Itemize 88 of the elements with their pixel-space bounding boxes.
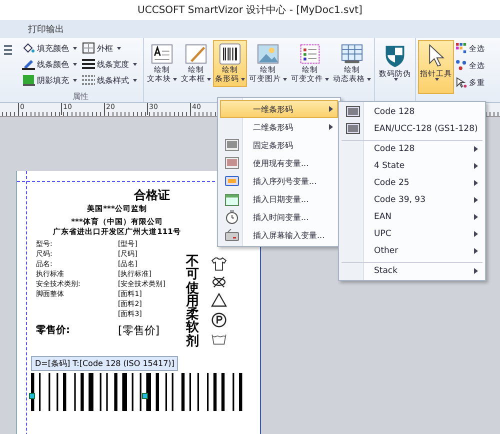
caret-icon xyxy=(133,78,137,82)
menu-item[interactable]: 一维条形码 xyxy=(220,100,338,118)
text-box-icon xyxy=(184,43,208,65)
border-grid-icon xyxy=(82,42,95,54)
format-tool-button[interactable]: 外框 xyxy=(81,41,141,55)
submenu-arrow-icon xyxy=(474,214,478,220)
barcode-caption: D=[条码] T:[Code 128 (ISO 15417)] xyxy=(31,356,178,371)
submenu-item[interactable]: EAN/UCC-128 (GS1-128) xyxy=(341,120,483,137)
menu-item[interactable]: 插入屏幕输入变量... xyxy=(220,226,338,244)
menu-item[interactable]: 插入时间变量... xyxy=(220,208,338,226)
caret-icon xyxy=(283,78,287,81)
caret-icon xyxy=(394,78,398,82)
caret-icon xyxy=(173,78,177,81)
submenu-item[interactable]: EAN xyxy=(341,208,483,225)
format-tool-button[interactable]: 线条颜色 xyxy=(21,57,81,71)
menu-item[interactable]: 插入序列号变量... xyxy=(220,172,338,190)
menu-item[interactable]: 使用现有变量... xyxy=(220,154,338,172)
cursor-icon xyxy=(426,43,446,69)
submenu-arrow-icon xyxy=(474,146,478,152)
ribbon-tab[interactable]: 打印输出 xyxy=(22,20,70,38)
barcode-icon xyxy=(218,43,242,65)
image-icon xyxy=(256,43,280,65)
text-block-icon xyxy=(150,43,174,65)
selection-handle[interactable] xyxy=(142,393,148,399)
caret-icon xyxy=(133,62,137,66)
submenu-arrow-icon xyxy=(474,196,478,202)
group-label: 属性 xyxy=(72,91,90,102)
caret-icon xyxy=(367,78,371,81)
submenu-item[interactable]: Code 25 xyxy=(341,174,483,191)
submenu-item[interactable]: Code 128 xyxy=(341,140,483,157)
paint-bucket-icon xyxy=(22,42,35,54)
caret-icon xyxy=(117,46,121,50)
p-circle-icon xyxy=(211,312,227,328)
caret-icon xyxy=(73,62,77,66)
menu-item[interactable]: 插入日期变量... xyxy=(220,190,338,208)
submenu-arrow-icon xyxy=(474,230,478,236)
window-title: UCCSOFT SmartVizor 设计中心 - [MyDoc1.svt] xyxy=(138,4,362,17)
wash-tub-icon xyxy=(211,333,227,345)
caret-icon xyxy=(73,46,77,50)
color-grid-icon xyxy=(456,43,467,54)
shading-icon xyxy=(22,74,35,86)
caret-icon xyxy=(241,78,245,81)
label-title: 合格证 xyxy=(133,187,171,204)
calendar-icon xyxy=(225,192,239,206)
price-label: 零售价: xyxy=(36,324,71,338)
submenu-arrow-icon xyxy=(474,162,478,168)
submenu-arrow-icon xyxy=(474,248,478,254)
pen-icon xyxy=(22,58,35,70)
triangle-icon xyxy=(211,293,227,307)
submenu-item[interactable]: UPC xyxy=(341,225,483,242)
keyboard-icon xyxy=(225,229,239,241)
caret-icon xyxy=(73,78,77,82)
menu-item[interactable]: 固定条形码 xyxy=(220,136,338,154)
submenu-item[interactable]: Code 39, 93 xyxy=(341,191,483,208)
submenu-item[interactable]: 4 State xyxy=(341,157,483,174)
barcode-icon xyxy=(225,139,239,151)
caret-icon xyxy=(325,78,329,81)
shield-icon xyxy=(383,43,407,69)
list-icon[interactable] xyxy=(3,44,13,56)
barcode-icon xyxy=(346,106,360,117)
submenu-item[interactable]: Code 128 xyxy=(341,103,483,120)
caret-icon xyxy=(435,78,439,82)
barcode-icon xyxy=(225,157,239,169)
line-style-icon xyxy=(82,74,95,86)
format-tool-button[interactable]: 线条样式 xyxy=(81,73,141,87)
line-width-icon xyxy=(82,58,95,70)
submenu-arrow-icon xyxy=(329,106,333,112)
format-tool-button[interactable]: 填充颜色 xyxy=(21,41,81,55)
nodes-icon xyxy=(456,60,467,71)
no-wring-icon xyxy=(211,276,227,288)
submenu-arrow-icon xyxy=(474,180,478,186)
stopwatch-icon xyxy=(225,210,239,224)
submenu-arrow-icon xyxy=(329,124,333,130)
menu-item[interactable]: 二维条形码 xyxy=(220,118,338,136)
shirt-icon xyxy=(211,257,227,271)
selection-handle[interactable] xyxy=(29,393,35,399)
submenu-item[interactable]: Stack xyxy=(341,262,483,279)
counter-icon xyxy=(225,175,239,187)
table-icon xyxy=(340,43,364,65)
cursor-icon xyxy=(456,77,467,88)
vertical-warning-text: 不可使用柔软剂 xyxy=(186,255,199,348)
submenu-item[interactable]: Other xyxy=(341,242,483,259)
submenu-arrow-icon xyxy=(474,268,478,274)
format-tool-button[interactable]: 阴影填充 xyxy=(21,73,81,87)
barcode-icon xyxy=(346,123,360,134)
file-list-icon xyxy=(298,43,322,65)
format-tool-button[interactable]: 线条宽度 xyxy=(81,57,141,71)
price-variable-field: [零售价] xyxy=(118,322,160,340)
